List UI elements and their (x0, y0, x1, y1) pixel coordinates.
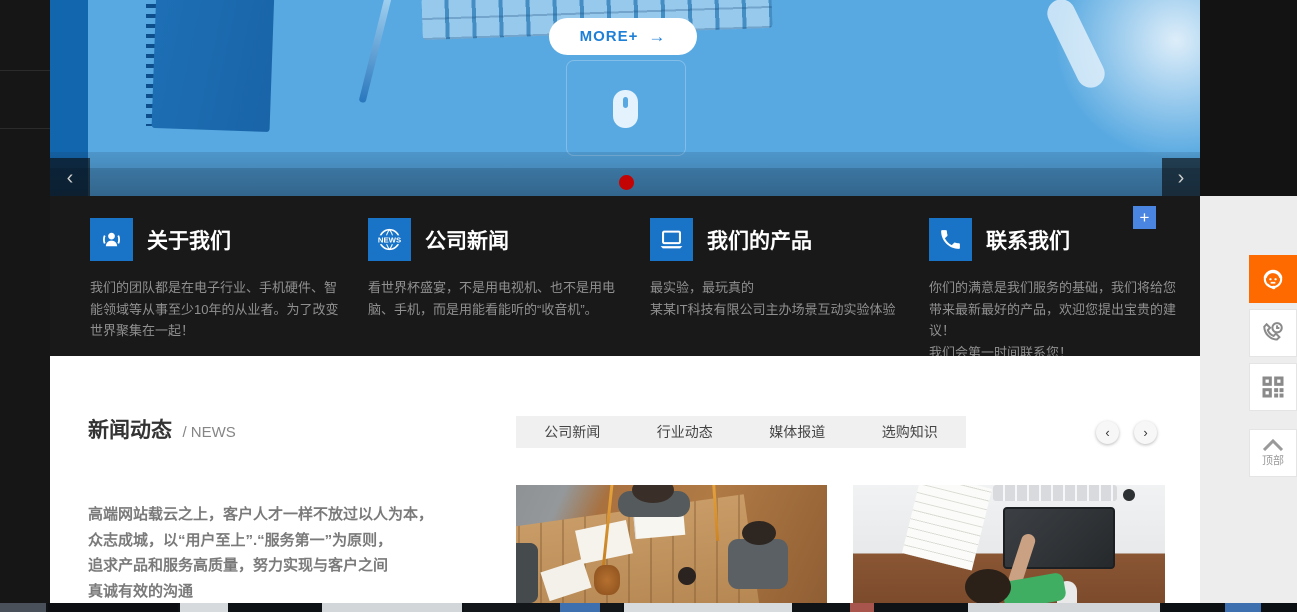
back-to-top-label: 顶部 (1262, 452, 1284, 468)
more-button[interactable]: MORE+ → (549, 18, 697, 55)
news-title-en: / NEWS (182, 424, 235, 441)
news-photo-1[interactable] (516, 485, 827, 603)
features-section: + 关于我们 我们的团队都是在电子行业、手机硬件、智能领域等从事至少10年的从业… (50, 196, 1200, 356)
news-tabs: 公司新闻 行业动态 媒体报道 选购知识 (516, 416, 966, 448)
left-margin (0, 0, 50, 603)
feature-title: 我们的产品 (707, 225, 812, 255)
qrcode-button[interactable] (1249, 363, 1297, 411)
customer-service-icon (1259, 265, 1287, 293)
news-next-button[interactable]: › (1134, 421, 1157, 444)
phone-icon (929, 218, 972, 261)
right-margin-top (1200, 0, 1297, 196)
taskbar (0, 603, 1297, 612)
support-person-icon (90, 218, 133, 261)
taskbar-item[interactable] (794, 603, 966, 612)
news-section: 新闻动态 / NEWS 公司新闻 行业动态 媒体报道 选购知识 ‹ › 高端网站… (50, 356, 1200, 603)
lamp-graphic (594, 565, 620, 595)
tab-industry-trends[interactable]: 行业动态 (629, 416, 742, 448)
carousel-dot-active[interactable] (619, 175, 634, 190)
laptop-icon (650, 218, 693, 261)
divider (0, 128, 50, 129)
feature-products[interactable]: 我们的产品 最实验，最玩真的 某某IT科技有限公司主办场景互动实验体验 (650, 218, 902, 320)
feature-header: 我们的产品 (650, 218, 902, 261)
feature-text: 你们的满意是我们服务的基础，我们将给您带来最新最好的产品，欢迎您提出宝贵的建议！… (929, 277, 1181, 363)
carousel-prev-button[interactable]: ‹ (50, 158, 90, 196)
feature-about[interactable]: 关于我们 我们的团队都是在电子行业、手机硬件、智能领域等从事至少10年的从业者。… (90, 218, 342, 342)
person-hair-graphic (742, 521, 776, 545)
taskbar-item[interactable] (968, 603, 1160, 612)
taskbar-item[interactable] (624, 603, 792, 612)
taskbar-item[interactable] (322, 603, 462, 612)
feature-title: 关于我们 (147, 225, 231, 255)
svg-text:NEWS: NEWS (378, 235, 401, 244)
person-graphic (728, 539, 788, 589)
person-graphic (516, 543, 538, 603)
taskbar-item[interactable] (0, 603, 46, 612)
mug-graphic (678, 567, 696, 585)
hero-carousel: MORE+ → ‹ › (50, 0, 1200, 196)
keyboard-graphic (993, 485, 1117, 501)
person-hair-graphic (965, 569, 1011, 603)
page: MORE+ → ‹ › + 关于我们 我们的团队都是在电子行业、手机硬件、智能领… (0, 0, 1297, 612)
feature-contact[interactable]: 联系我们 你们的满意是我们服务的基础，我们将给您带来最新最好的产品，欢迎您提出宝… (929, 218, 1181, 363)
customer-service-button[interactable] (1249, 255, 1297, 303)
qr-code-icon (1259, 373, 1287, 401)
taskbar-item[interactable] (1225, 603, 1261, 612)
mouse-wheel-graphic (623, 97, 628, 108)
news-title-cn: 新闻动态 (88, 419, 172, 442)
feature-title: 公司新闻 (425, 225, 509, 255)
phone-clock-icon (1259, 319, 1287, 347)
sketch-paper-graphic (902, 485, 992, 570)
tab-media-reports[interactable]: 媒体报道 (741, 416, 854, 448)
feature-header: NEWS 公司新闻 (368, 218, 620, 261)
news-section-title: 新闻动态 / NEWS (88, 414, 236, 444)
feature-text: 看世界杯盛宴，不是用电视机、也不是用电脑、手机，而是用能看能听的“收音机”。 (368, 277, 620, 320)
back-to-top-button[interactable]: 顶部 (1249, 429, 1297, 477)
taskbar-item[interactable] (180, 603, 228, 612)
arrow-right-icon: → (648, 27, 666, 47)
news-photo-2[interactable] (853, 485, 1165, 603)
chevron-up-icon (1262, 439, 1284, 451)
feature-text: 最实验，最玩真的 某某IT科技有限公司主办场景互动实验体验 (650, 277, 902, 320)
taskbar-item[interactable] (850, 603, 874, 612)
news-globe-icon: NEWS (368, 218, 411, 261)
taskbar-item[interactable] (48, 603, 178, 612)
feature-header: 关于我们 (90, 218, 342, 261)
news-intro-text: 高端网站载云之上，客户人才一样不放过以人为本， 众志成城，以“用户至上”.“服务… (88, 502, 528, 604)
hotline-button[interactable] (1249, 309, 1297, 357)
feature-news[interactable]: NEWS 公司新闻 看世界杯盛宴，不是用电视机、也不是用电脑、手机，而是用能看能… (368, 218, 620, 320)
divider (0, 70, 50, 71)
pen-graphic (359, 0, 393, 103)
feature-text: 我们的团队都是在电子行业、手机硬件、智能领域等从事至少10年的从业者。为了改变世… (90, 277, 342, 342)
webcam-graphic (1123, 489, 1135, 501)
notebook-graphic (152, 0, 275, 132)
feature-header: 联系我们 (929, 218, 1181, 261)
carousel-next-button[interactable]: › (1162, 158, 1200, 196)
tab-company-news[interactable]: 公司新闻 (516, 416, 629, 448)
news-prev-button[interactable]: ‹ (1096, 421, 1119, 444)
more-button-label: MORE+ (580, 28, 639, 45)
taskbar-item[interactable] (560, 603, 600, 612)
scroll-mouse-icon (613, 90, 638, 128)
taskbar-item[interactable] (230, 603, 320, 612)
tab-shopping-knowledge[interactable]: 选购知识 (854, 416, 967, 448)
right-margin: 顶部 (1200, 0, 1297, 612)
feature-title: 联系我们 (986, 225, 1070, 255)
